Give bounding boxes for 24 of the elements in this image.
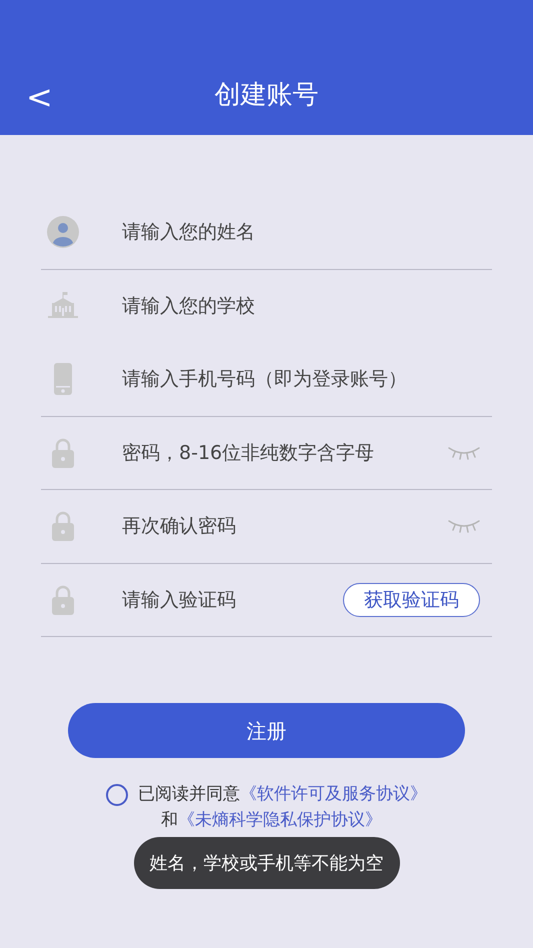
text-input[interactable]: 密码，8-16位非纯数字含字母: [122, 432, 448, 473]
license-agreement-link[interactable]: 《软件许可及服务协议》: [240, 782, 427, 808]
page-title: 创建账号: [214, 79, 318, 112]
closed-eye-icon[interactable]: [448, 446, 480, 460]
school-building-icon: [47, 292, 79, 320]
avatar-icon: [47, 216, 79, 248]
and-text: 和: [161, 808, 178, 832]
back-button[interactable]: <: [26, 81, 53, 113]
closed-eye-icon[interactable]: [448, 519, 480, 534]
agreement-text: 已阅读并同意: [138, 783, 240, 806]
register-button[interactable]: 注册: [68, 703, 465, 758]
agree-checkbox[interactable]: [106, 784, 128, 806]
text-input[interactable]: 再次确认密码: [122, 506, 448, 546]
get-code-button[interactable]: 获取验证码: [343, 582, 480, 617]
text-input[interactable]: 请输入验证码: [122, 580, 343, 620]
lock-icon: [52, 584, 74, 615]
phone-icon: [54, 363, 72, 396]
toast-message: 姓名，学校或手机等不能为空: [134, 837, 400, 889]
privacy-agreement-link[interactable]: 《未熵科学隐私保护协议》: [178, 808, 382, 833]
lock-icon: [52, 438, 74, 468]
text-input[interactable]: 请输入手机号码（即为登录账号）: [122, 359, 480, 400]
text-input[interactable]: 请输入您的姓名: [122, 212, 480, 252]
text-input[interactable]: 请输入您的学校: [122, 286, 480, 326]
lock-icon: [52, 511, 74, 542]
